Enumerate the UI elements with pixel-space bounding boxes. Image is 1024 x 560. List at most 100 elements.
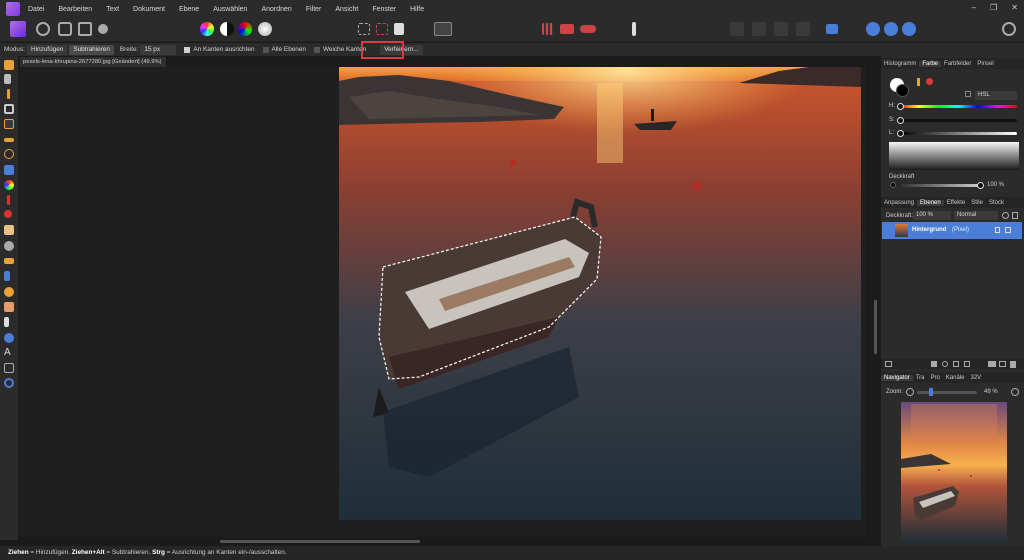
opacity-slider-knob[interactable] <box>977 182 984 189</box>
dodge-brush-icon[interactable] <box>4 241 14 251</box>
lightness-slider[interactable] <box>899 132 1017 135</box>
tab-stock[interactable]: Stock <box>986 200 1007 206</box>
layer-row-background[interactable]: Hintergrund (Pixel) <box>882 222 1022 239</box>
opacity-value[interactable]: 100 % <box>987 182 1004 188</box>
maximize-button[interactable]: ❐ <box>990 3 997 12</box>
snapping-icon[interactable] <box>542 23 554 35</box>
tab-32v[interactable]: 32V <box>968 375 985 381</box>
layer-lock-icon[interactable] <box>1012 212 1018 219</box>
tab-layers[interactable]: Ebenen <box>917 199 944 206</box>
blend-mode-select[interactable]: Normal <box>954 211 998 220</box>
hand-tool-icon[interactable] <box>4 60 14 70</box>
color-replacement-icon[interactable] <box>4 210 12 218</box>
selection-brush-icon[interactable] <box>4 119 14 129</box>
add-layer-icon[interactable] <box>999 361 1006 367</box>
flood-fill-icon[interactable] <box>4 165 14 175</box>
saturation-slider[interactable] <box>899 119 1017 122</box>
tab-swatches[interactable]: Farbfelder <box>941 61 974 67</box>
erase-brush-icon[interactable] <box>4 225 14 235</box>
fx-layer-icon[interactable] <box>953 361 959 367</box>
opacity-slider[interactable] <box>901 184 979 187</box>
flood-select-icon[interactable] <box>4 138 14 142</box>
paint-brush-icon[interactable] <box>7 195 10 205</box>
blur-brush-icon[interactable] <box>4 271 10 281</box>
crop-tool-icon[interactable] <box>4 104 14 114</box>
auto-colors-icon[interactable] <box>238 22 252 36</box>
vertical-scrollbar[interactable] <box>874 300 877 354</box>
healing-brush-icon[interactable] <box>4 287 14 297</box>
horizontal-scrollbar[interactable] <box>220 540 420 543</box>
menu-auswaehlen[interactable]: Auswählen <box>213 6 247 13</box>
develop-persona-icon[interactable] <box>58 22 72 36</box>
tab-styles[interactable]: Stile <box>968 200 986 206</box>
menu-datei[interactable]: Datei <box>28 6 44 13</box>
flip-vertical-icon[interactable] <box>774 22 788 36</box>
menu-dokument[interactable]: Dokument <box>133 6 165 13</box>
text-tool-icon[interactable]: A <box>4 348 14 358</box>
color-gradient-picker[interactable] <box>889 142 1019 170</box>
align-icon[interactable] <box>826 24 838 34</box>
menu-filter[interactable]: Filter <box>306 6 322 13</box>
delete-layer-icon[interactable] <box>1010 361 1016 368</box>
tab-brushes[interactable]: Pinsel <box>974 61 996 67</box>
zoom-slider-handle[interactable] <box>929 388 933 396</box>
layer-visibility-checkbox[interactable] <box>1005 227 1011 233</box>
pen-tool-icon[interactable] <box>4 317 9 327</box>
snap-edges-checkbox[interactable] <box>184 46 191 53</box>
width-input[interactable]: 15 px <box>140 44 177 55</box>
invert-selection-icon[interactable] <box>394 23 404 35</box>
lightness-slider-knob[interactable] <box>897 130 904 137</box>
zoom-value[interactable]: 49 % <box>984 389 998 395</box>
tab-transform[interactable]: Tra <box>913 375 928 381</box>
navigator-preview[interactable] <box>901 402 1007 542</box>
eyedropper-icon[interactable] <box>917 78 920 86</box>
menu-fenster[interactable]: Fenster <box>372 6 396 13</box>
move-tool-icon[interactable] <box>4 74 11 84</box>
group-layers-icon[interactable] <box>988 361 996 367</box>
tab-effects[interactable]: Effekte <box>944 200 969 206</box>
flip-horizontal-icon[interactable] <box>752 22 766 36</box>
menu-ansicht[interactable]: Ansicht <box>335 6 358 13</box>
layers-menu-icon[interactable] <box>885 361 892 367</box>
menu-ebene[interactable]: Ebene <box>179 6 199 13</box>
tab-history[interactable]: Pro <box>927 375 942 381</box>
photo-persona-icon[interactable] <box>10 21 26 37</box>
zoom-out-icon[interactable] <box>906 388 914 396</box>
deselect-icon[interactable] <box>376 23 388 35</box>
affinity-photo-logo-icon[interactable] <box>6 2 20 16</box>
order-icon[interactable] <box>632 22 636 36</box>
lasso-tool-icon[interactable] <box>4 149 14 159</box>
select-all-icon[interactable] <box>358 23 370 35</box>
live-filter-icon[interactable] <box>964 361 970 367</box>
tone-mapping-persona-icon[interactable] <box>78 22 92 36</box>
tab-adjustment[interactable]: Anpassung <box>881 200 917 206</box>
menu-hilfe[interactable]: Hilfe <box>410 6 424 13</box>
soft-edges-checkbox[interactable] <box>313 46 320 53</box>
shape-tool-icon[interactable] <box>4 333 14 343</box>
rotate-icon[interactable] <box>796 22 810 36</box>
hue-slider-knob[interactable] <box>897 103 904 110</box>
color-model-select[interactable]: HSL <box>975 91 1017 100</box>
assistant-settings-icon[interactable] <box>866 22 880 36</box>
add-mode-button[interactable]: Hinzufügen <box>26 44 68 55</box>
red-eye-icon[interactable] <box>4 302 14 312</box>
hue-slider[interactable] <box>899 105 1017 108</box>
export-persona-icon[interactable] <box>98 24 108 34</box>
history-icon[interactable] <box>580 25 596 33</box>
lock-icon[interactable] <box>965 91 971 97</box>
subtract-mode-button[interactable]: Subtrahieren <box>69 44 114 55</box>
photo-canvas[interactable] <box>339 67 861 520</box>
zoom-tool-icon[interactable] <box>4 378 14 388</box>
tab-channels[interactable]: Kanäle <box>943 375 968 381</box>
liquify-persona-icon[interactable] <box>36 22 50 36</box>
auto-white-balance-icon[interactable] <box>258 22 272 36</box>
layer-opacity-input[interactable]: 100 % <box>913 211 951 220</box>
minimize-button[interactable]: – <box>972 3 976 12</box>
adjustment-layer-icon[interactable] <box>942 361 948 367</box>
red-swatch-icon[interactable] <box>926 78 933 85</box>
menu-anordnen[interactable]: Anordnen <box>261 6 291 13</box>
transform-icon[interactable] <box>730 22 744 36</box>
stroke-color-swatch[interactable] <box>896 84 909 97</box>
zoom-in-icon[interactable] <box>1011 388 1019 396</box>
tab-navigator[interactable]: Navigator <box>881 374 913 381</box>
